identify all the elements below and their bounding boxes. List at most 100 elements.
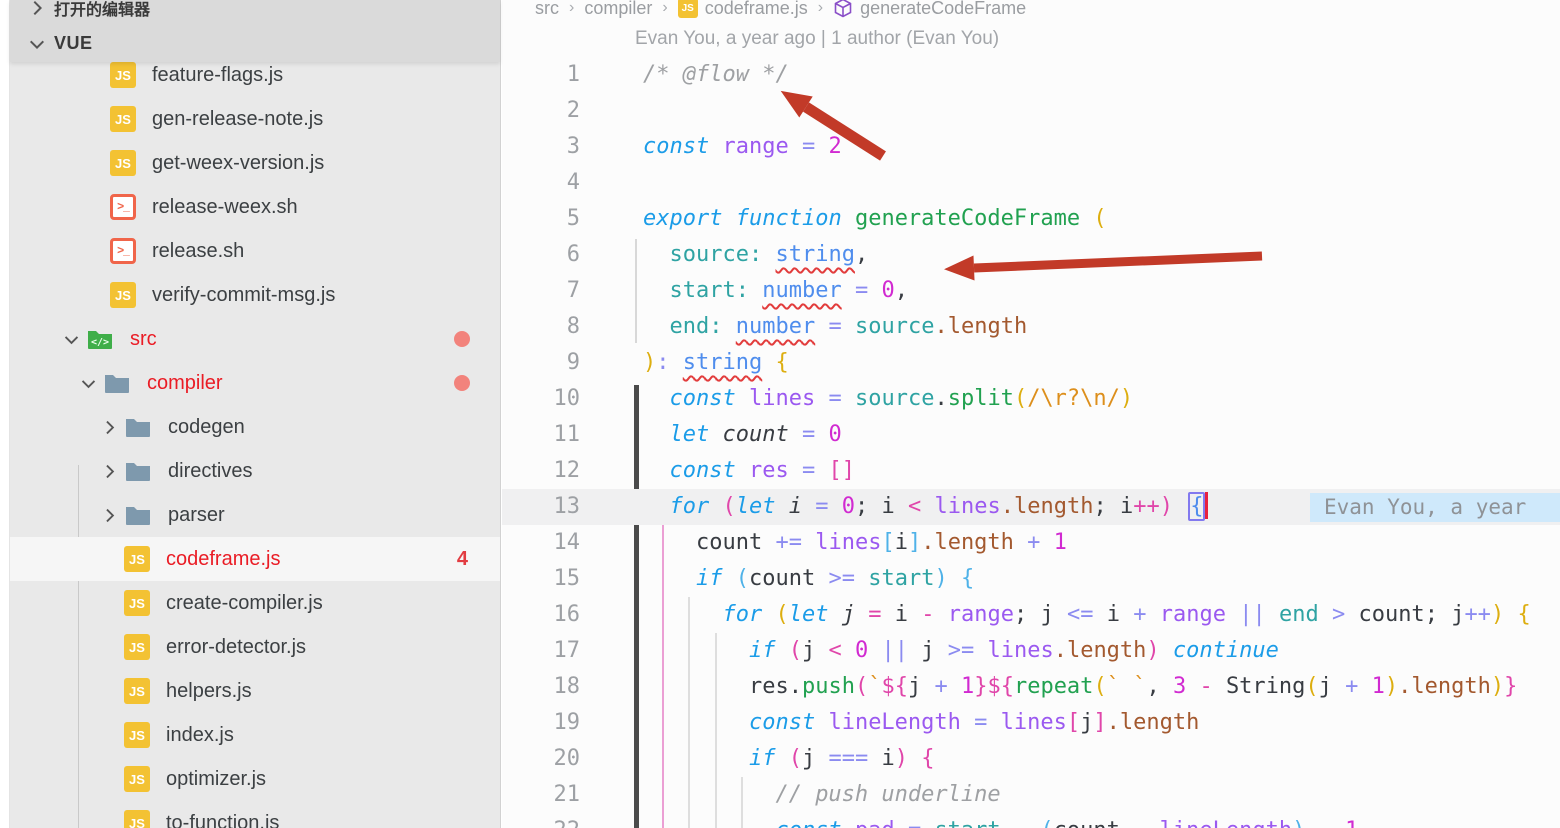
tree-item-verify-commit-msg-js[interactable]: JS verify-commit-msg.js <box>10 273 500 317</box>
line-number[interactable]: 10 <box>502 381 581 417</box>
chevron-right-icon[interactable] <box>94 463 124 480</box>
code-token: = <box>801 134 816 159</box>
code-line-11[interactable]: 11 let count = 0 <box>502 417 1560 453</box>
code-token: ; <box>855 494 882 519</box>
line-number[interactable]: 22 <box>502 813 581 828</box>
tree-item-create-compiler-js[interactable]: JS create-compiler.js <box>10 581 500 625</box>
line-number[interactable]: 19 <box>502 705 581 741</box>
breadcrumb-item-src[interactable]: src <box>535 0 559 19</box>
tree-item-feature-flags-js[interactable]: JS feature-flags.js <box>10 62 500 97</box>
code-line-15[interactable]: 15 if (count >= start) { <box>502 561 1560 597</box>
line-number[interactable]: 6 <box>502 237 580 273</box>
line-number[interactable]: 20 <box>502 741 581 777</box>
code-line-5[interactable]: 5 export function generateCodeFrame ( <box>502 201 1560 237</box>
tree-item-parser[interactable]: parser <box>10 493 500 537</box>
code-line-12[interactable]: 12 const res = [] <box>502 453 1560 489</box>
tree-item-error-detector-js[interactable]: JS error-detector.js <box>10 625 500 669</box>
code-line-4[interactable]: 4 <box>502 165 1560 201</box>
code-line-8[interactable]: 8 end: number = source.length <box>502 309 1560 345</box>
code-token: pad <box>855 818 895 828</box>
line-number[interactable]: 18 <box>502 669 581 705</box>
code-line-10[interactable]: 10 const lines = source.split(/\r?\n/) <box>502 381 1560 417</box>
code-line-17[interactable]: 17 if (j < 0 || j >= lines.length) conti… <box>502 633 1560 669</box>
line-number[interactable]: 4 <box>502 165 580 201</box>
line-number[interactable]: 3 <box>502 129 580 165</box>
tree-item-optimizer-js[interactable]: JS optimizer.js <box>10 757 500 801</box>
breadcrumb: src › compiler › JS codeframe.js › generateCode… <box>502 0 1560 22</box>
code-token: - <box>921 602 935 627</box>
section-open-editors[interactable]: 打开的编辑器 <box>10 0 500 23</box>
code-token: ; <box>1013 602 1041 627</box>
code-line-2[interactable]: 2 <box>502 93 1560 129</box>
code-token: let <box>735 494 776 519</box>
line-number[interactable]: 21 <box>502 777 581 813</box>
tree-item-directives[interactable]: directives <box>10 449 500 493</box>
code-line-18[interactable]: 18 res.push(`${j + 1}${repeat(` `, 3 - S… <box>502 669 1560 705</box>
breadcrumb-item-compiler[interactable]: compiler <box>584 0 652 19</box>
code-line-22[interactable]: 22 const pad = start - (count - lineLeng… <box>502 813 1560 828</box>
line-number[interactable]: 8 <box>502 309 580 345</box>
line-number[interactable]: 16 <box>502 597 581 633</box>
breadcrumb-item-generatecodeframe[interactable]: generateCodeFrame <box>833 0 1026 19</box>
tree-item-compiler[interactable]: compiler <box>10 361 500 405</box>
line-number[interactable]: 13 <box>502 489 581 525</box>
code-token: >= <box>828 566 855 591</box>
line-number[interactable]: 15 <box>502 561 581 597</box>
line-number[interactable]: 7 <box>502 273 580 309</box>
code-line-21[interactable]: 21 // push underline <box>502 777 1560 813</box>
tree-item-helpers-js[interactable]: JS helpers.js <box>10 669 500 713</box>
code-line-19[interactable]: 19 const lineLength = lines[j].length <box>502 705 1560 741</box>
line-number[interactable]: 12 <box>502 453 581 489</box>
line-number[interactable]: 1 <box>502 57 580 93</box>
line-number[interactable]: 2 <box>502 93 580 129</box>
chevron-right-icon[interactable] <box>94 419 124 436</box>
code-line-14[interactable]: 14 count += lines[i].length + 1 <box>502 525 1560 561</box>
tree-item-to-function-js[interactable]: JS to-function.js <box>10 801 500 828</box>
tree-item-get-weex-version-js[interactable]: JS get-weex-version.js <box>10 141 500 185</box>
javascript-file-icon: JS <box>124 722 150 748</box>
code-line-9[interactable]: 9): string { <box>502 345 1560 381</box>
tree-item-src[interactable]: </> src <box>10 317 500 361</box>
activity-bar-edge <box>0 0 10 828</box>
section-vue[interactable]: VUE <box>10 25 500 62</box>
line-number[interactable]: 14 <box>502 525 581 561</box>
tree-item-release-weex-sh[interactable]: >_ release-weex.sh <box>10 185 500 229</box>
code-token: [] <box>828 458 855 483</box>
chevron-down-icon[interactable] <box>56 331 86 348</box>
line-number[interactable]: 17 <box>502 633 581 669</box>
code-line-13[interactable]: 13 for (let i = 0; i < lines.length; i++… <box>502 489 1560 525</box>
code-token: < <box>828 638 842 663</box>
code-line-16[interactable]: 16 for (let j = i - range; j <= i + rang… <box>502 597 1560 633</box>
chevron-down-icon[interactable] <box>28 35 46 53</box>
chevron-down-icon[interactable] <box>73 375 103 392</box>
code-token: j <box>801 746 816 771</box>
code-token: range <box>947 602 1014 627</box>
tree-item-codeframe-js[interactable]: JS codeframe.js 4 <box>10 537 500 581</box>
tree-item-codegen[interactable]: codegen <box>10 405 500 449</box>
tree-item-gen-release-note-js[interactable]: JS gen-release-note.js <box>10 97 500 141</box>
code-line-text: const res = [] <box>580 458 855 483</box>
code-token: [ <box>881 530 895 555</box>
breadcrumb-item-codeframe-js[interactable]: JS codeframe.js <box>677 0 808 19</box>
code-line-1[interactable]: 1 /* @flow */ <box>502 57 1560 93</box>
line-number[interactable]: 11 <box>502 417 581 453</box>
code-token: lineLength <box>828 710 961 735</box>
line-number[interactable]: 5 <box>502 201 580 237</box>
tree-item-index-js[interactable]: JS index.js <box>10 713 500 757</box>
code-line-7[interactable]: 7 start: number = 0, <box>502 273 1560 309</box>
code-token: j <box>907 674 922 699</box>
code-line-20[interactable]: 20 if (j === i) { <box>502 741 1560 777</box>
code-line-6[interactable]: 6 source: string, <box>502 237 1560 273</box>
code-line-3[interactable]: 3 const range = 2 <box>502 129 1560 165</box>
line-number[interactable]: 9 <box>502 345 580 381</box>
tree-item-release-sh[interactable]: >_ release.sh <box>10 229 500 273</box>
chevron-right-icon[interactable] <box>28 0 46 17</box>
code-token: ${ <box>881 674 908 699</box>
chevron-right-icon[interactable] <box>94 507 124 524</box>
